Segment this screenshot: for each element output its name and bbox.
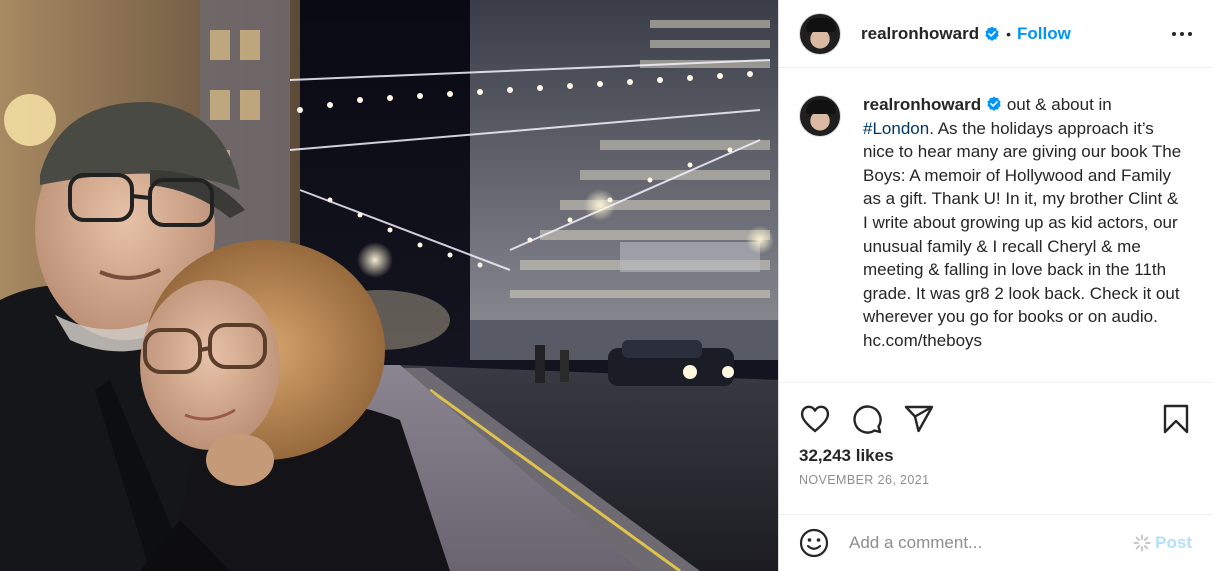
- heart-icon[interactable]: [799, 403, 831, 435]
- verified-badge-icon: [987, 96, 1001, 111]
- post-button[interactable]: Post: [1133, 533, 1192, 553]
- post-actions: 32,243 likes November 26, 2021: [779, 383, 1212, 501]
- hashtag-link[interactable]: #London: [863, 119, 929, 138]
- caption-avatar[interactable]: [799, 95, 841, 137]
- verified-badge-icon: [985, 26, 999, 41]
- caption-row: realronhoward out & about in #London. As…: [799, 93, 1192, 353]
- post-sidebar: realronhoward • Follow realronhoward out…: [778, 0, 1212, 571]
- post-header: realronhoward • Follow: [779, 0, 1212, 68]
- more-options-icon[interactable]: [1170, 22, 1194, 46]
- username-link[interactable]: realronhoward: [861, 24, 979, 44]
- comment-input[interactable]: [849, 533, 1134, 553]
- profile-avatar[interactable]: [799, 12, 841, 55]
- post-photo[interactable]: [0, 0, 778, 571]
- action-icon-row: [799, 383, 1192, 455]
- caption-area: realronhoward out & about in #London. As…: [779, 69, 1212, 383]
- comment-icon[interactable]: [851, 403, 883, 435]
- caption-username-link[interactable]: realronhoward: [863, 95, 981, 114]
- like-count[interactable]: 32,243 likes: [799, 446, 1192, 466]
- share-icon[interactable]: [903, 403, 935, 435]
- header-separator: •: [1006, 25, 1011, 42]
- emoji-icon[interactable]: [799, 528, 829, 558]
- caption-body-rest: . As the holidays approach it’s nice to …: [863, 118, 1182, 350]
- loading-spinner-icon: [1133, 534, 1151, 552]
- follow-button[interactable]: Follow: [1017, 24, 1071, 44]
- post-date[interactable]: November 26, 2021: [799, 473, 1192, 487]
- caption-text: realronhoward out & about in #London. As…: [863, 93, 1183, 353]
- comment-bar: Post: [779, 514, 1212, 571]
- post-button-label: Post: [1155, 533, 1192, 552]
- photo-illustration: [0, 0, 778, 571]
- caption-body-start: out & about in: [1006, 95, 1112, 114]
- bookmark-icon[interactable]: [1160, 403, 1192, 435]
